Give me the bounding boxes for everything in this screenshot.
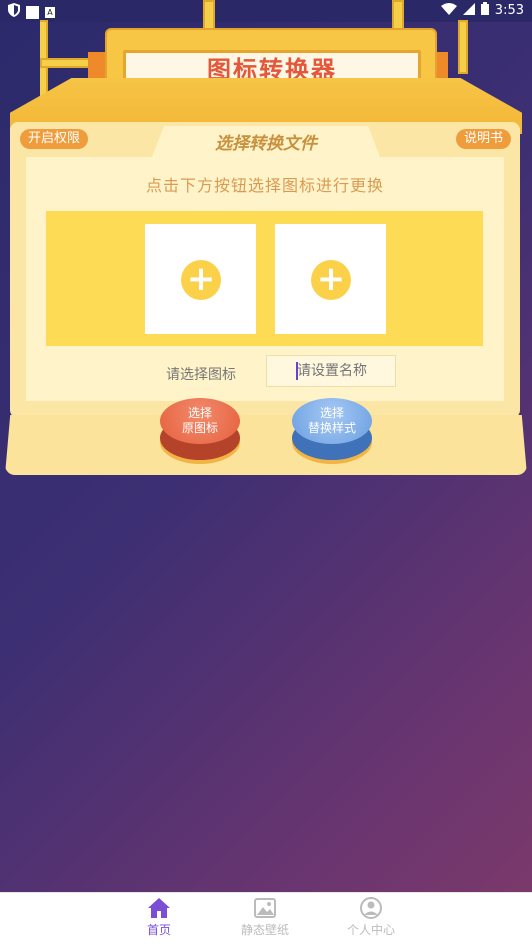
- name-input[interactable]: [266, 355, 396, 387]
- bottom-nav: 首页 静态壁纸 个人中心: [0, 892, 532, 945]
- notification-square-icon: [26, 5, 39, 19]
- icon-slots-area: [46, 211, 483, 346]
- select-icon-label: 请选择图标: [166, 367, 236, 383]
- add-icon: +: [181, 260, 221, 300]
- home-icon: [147, 897, 171, 919]
- shield-icon: [8, 3, 20, 21]
- clock-time: 3:53: [494, 3, 524, 18]
- button-line2: 原图标: [181, 421, 218, 435]
- select-original-icon-button[interactable]: 选择 原图标: [160, 398, 240, 462]
- instruction-text: 点击下方按钮选择图标进行更换: [145, 176, 384, 195]
- button-cap: 选择 替换样式: [292, 398, 372, 444]
- person-icon: [359, 897, 383, 919]
- nav-item-home[interactable]: 首页: [124, 897, 194, 938]
- battery-icon: [480, 2, 489, 19]
- nav-label: 个人中心: [346, 923, 395, 937]
- tab-title: 选择转换文件: [150, 126, 382, 162]
- select-replace-style-button[interactable]: 选择 替换样式: [292, 398, 372, 462]
- button-line1: 选择: [187, 406, 212, 420]
- nav-label: 首页: [146, 923, 171, 937]
- notification-a-icon: A: [45, 6, 55, 18]
- machine-base: [5, 415, 527, 475]
- replacement-icon-slot[interactable]: +: [275, 224, 386, 334]
- nav-item-profile[interactable]: 个人中心: [336, 897, 406, 938]
- button-cap: 选择 原图标: [160, 398, 240, 444]
- status-bar: A 3:53: [0, 0, 532, 22]
- wifi-icon: [440, 2, 457, 19]
- nav-item-wallpaper[interactable]: 静态壁纸: [230, 897, 300, 938]
- add-icon: +: [311, 260, 351, 300]
- enable-permission-button[interactable]: 开启权限: [20, 129, 89, 149]
- signal-icon: [462, 2, 475, 19]
- text-cursor: [296, 362, 298, 380]
- original-icon-slot[interactable]: +: [145, 224, 256, 334]
- nav-label: 静态壁纸: [240, 923, 289, 937]
- pole-right-a: [458, 20, 468, 74]
- wallpaper-icon: [253, 897, 277, 919]
- button-line2: 替换样式: [307, 421, 356, 435]
- manual-button[interactable]: 说明书: [456, 129, 512, 149]
- button-line1: 选择: [319, 406, 344, 420]
